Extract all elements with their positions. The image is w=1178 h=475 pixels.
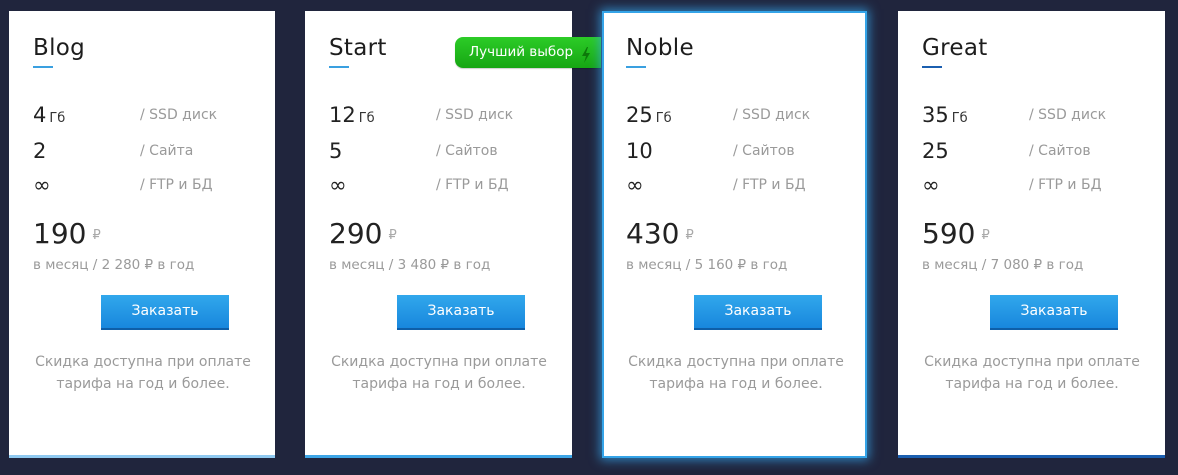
disk-row: 25 Гб / SSD диск bbox=[626, 103, 865, 129]
sites-row: 2 / Сайта bbox=[33, 139, 275, 165]
sites-value: 5 bbox=[329, 139, 343, 163]
sites-label: / Сайтов bbox=[436, 143, 498, 159]
discount-note: Скидка доступна при оплате тарифа на год… bbox=[35, 354, 251, 392]
ftp-row: ∞ / FTP и БД bbox=[922, 173, 1165, 199]
ftp-value: ∞ bbox=[329, 173, 347, 197]
best-choice-badge: Лучший выбор bbox=[455, 37, 601, 68]
disk-row: 4 Гб / SSD диск bbox=[33, 103, 275, 129]
disk-label: / SSD диск bbox=[436, 107, 514, 123]
ftp-label: / FTP и БД bbox=[1029, 177, 1102, 193]
disk-label: / SSD диск bbox=[1029, 107, 1107, 123]
plan-card-start: Start Лучший выбор 12 Гб / SSD диск 5 / С… bbox=[305, 11, 601, 458]
disk-row: 35 Гб / SSD диск bbox=[922, 103, 1165, 129]
discount-note: Скидка доступна при оплате тарифа на год… bbox=[628, 354, 844, 392]
billing-period: в месяц / 2 280 ₽ в год bbox=[33, 257, 195, 273]
monthly-price: 590 ₽ bbox=[922, 217, 990, 250]
order-button[interactable]: Заказать bbox=[694, 295, 822, 330]
sites-value: 25 bbox=[922, 139, 949, 163]
order-button[interactable]: Заказать bbox=[101, 295, 229, 330]
disk-value: 35 Гб bbox=[922, 103, 968, 127]
ftp-value: ∞ bbox=[33, 173, 51, 197]
disk-value: 25 Гб bbox=[626, 103, 672, 127]
plan-card-great: Great 35 Гб / SSD диск 25 / Сайтов ∞ / FT… bbox=[898, 11, 1165, 458]
order-button[interactable]: Заказать bbox=[990, 295, 1118, 330]
billing-period: в месяц / 5 160 ₽ в год bbox=[626, 257, 788, 273]
currency-symbol: ₽ bbox=[92, 227, 101, 243]
lightning-bolt-icon bbox=[581, 44, 591, 75]
sites-label: / Сайтов bbox=[733, 143, 795, 159]
currency-symbol: ₽ bbox=[388, 227, 397, 243]
ftp-label: / FTP и БД bbox=[436, 177, 509, 193]
ftp-value: ∞ bbox=[922, 173, 940, 197]
disk-unit: Гб bbox=[655, 111, 672, 126]
ftp-label: / FTP и БД bbox=[140, 177, 213, 193]
disk-value: 12 Гб bbox=[329, 103, 375, 127]
plan-card-blog: Blog 4 Гб / SSD диск 2 / Сайта ∞ / FTP и … bbox=[9, 11, 275, 458]
disk-unit: Гб bbox=[951, 111, 968, 126]
sites-value: 10 bbox=[626, 139, 653, 163]
discount-note: Скидка доступна при оплате тарифа на год… bbox=[331, 354, 547, 392]
ftp-value: ∞ bbox=[626, 173, 644, 197]
ftp-label: / FTP и БД bbox=[733, 177, 806, 193]
plan-title: Blog bbox=[33, 35, 86, 61]
sites-row: 10 / Сайтов bbox=[626, 139, 865, 165]
disk-label: / SSD диск bbox=[140, 107, 218, 123]
disk-label: / SSD диск bbox=[733, 107, 811, 123]
disk-value: 4 Гб bbox=[33, 103, 66, 127]
title-underline bbox=[626, 66, 646, 68]
ftp-row: ∞ / FTP и БД bbox=[329, 173, 572, 199]
sites-label: / Сайтов bbox=[1029, 143, 1091, 159]
billing-period: в месяц / 3 480 ₽ в год bbox=[329, 257, 491, 273]
title-underline bbox=[922, 66, 942, 68]
discount-note: Скидка доступна при оплате тарифа на год… bbox=[924, 354, 1140, 392]
plan-title: Start bbox=[329, 35, 387, 61]
currency-symbol: ₽ bbox=[685, 227, 694, 243]
disk-unit: Гб bbox=[49, 111, 66, 126]
order-button[interactable]: Заказать bbox=[397, 295, 525, 330]
disk-unit: Гб bbox=[358, 111, 375, 126]
currency-symbol: ₽ bbox=[981, 227, 990, 243]
disk-row: 12 Гб / SSD диск bbox=[329, 103, 572, 129]
title-underline bbox=[33, 66, 53, 68]
plan-card-noble: Noble 25 Гб / SSD диск 10 / Сайтов ∞ / FT… bbox=[602, 11, 867, 458]
plan-title: Great bbox=[922, 35, 988, 61]
ftp-row: ∞ / FTP и БД bbox=[33, 173, 275, 199]
badge-label: Лучший выбор bbox=[469, 44, 574, 60]
monthly-price: 430 ₽ bbox=[626, 217, 694, 250]
sites-row: 5 / Сайтов bbox=[329, 139, 572, 165]
sites-label: / Сайта bbox=[140, 143, 194, 159]
ftp-row: ∞ / FTP и БД bbox=[626, 173, 865, 199]
card-bottom-accent bbox=[305, 455, 572, 458]
sites-row: 25 / Сайтов bbox=[922, 139, 1165, 165]
sites-value: 2 bbox=[33, 139, 47, 163]
card-bottom-accent bbox=[9, 455, 275, 458]
billing-period: в месяц / 7 080 ₽ в год bbox=[922, 257, 1084, 273]
card-bottom-accent bbox=[898, 455, 1165, 458]
title-underline bbox=[329, 66, 349, 68]
plan-title: Noble bbox=[626, 35, 694, 61]
monthly-price: 290 ₽ bbox=[329, 217, 397, 250]
monthly-price: 190 ₽ bbox=[33, 217, 101, 250]
